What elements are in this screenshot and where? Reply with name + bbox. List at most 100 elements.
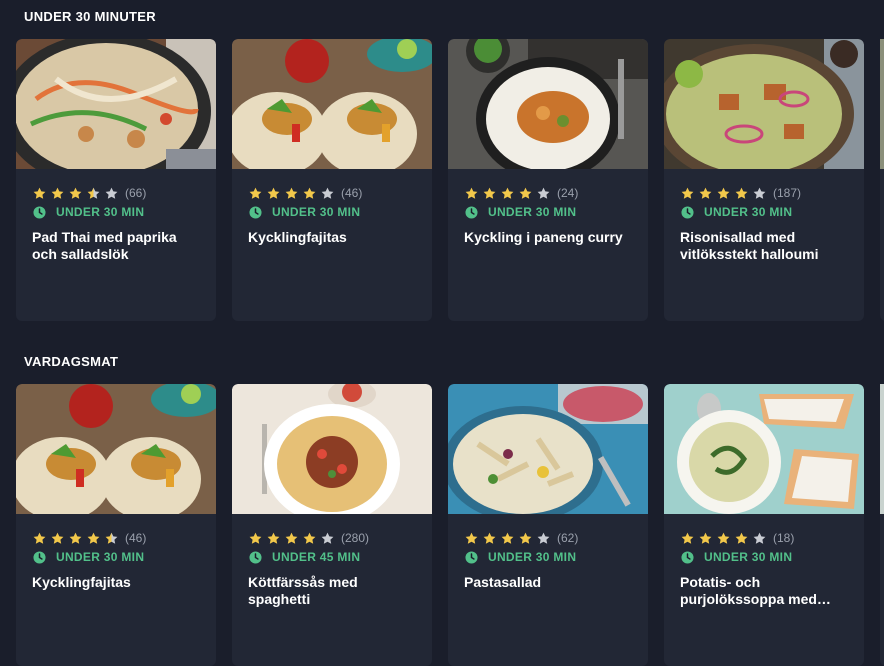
- rating-count: (46): [341, 186, 363, 200]
- kycklingfajitas-photo: [16, 384, 216, 514]
- star-icon: [303, 532, 316, 544]
- star-rating: (18): [681, 531, 794, 545]
- star-icon: [105, 532, 118, 544]
- star-icon: [681, 532, 694, 544]
- recipe-title[interactable]: Kycklingfajitas: [32, 574, 204, 591]
- recipe-card[interactable]: (46) UNDER 30 MIN Kycklingfajitas: [232, 39, 432, 321]
- star-icon: [753, 532, 766, 544]
- recipe-title[interactable]: Kyckling i paneng curry: [464, 229, 636, 246]
- star-icon: [69, 187, 82, 199]
- cooking-time: UNDER 30 MIN: [249, 205, 360, 219]
- star-icon: [33, 187, 46, 199]
- rating-count: (187): [773, 186, 802, 200]
- clock-icon: [681, 205, 694, 219]
- star-icon: [285, 187, 298, 199]
- recipe-card[interactable]: (62) UNDER 30 MIN Pastasallad: [448, 384, 648, 666]
- star-icon: [51, 187, 64, 199]
- star-rating: (46): [33, 531, 146, 545]
- star-icon: [303, 187, 316, 199]
- star-icon: [249, 187, 262, 199]
- recipe-card[interactable]: (187) UNDER 30 MIN Risonisallad med vitl…: [664, 39, 864, 321]
- recipe-title[interactable]: Pastasallad: [464, 574, 636, 591]
- recipe-card[interactable]: (280) UNDER 45 MIN Köttfärssås med spagh…: [232, 384, 432, 666]
- recipe-title[interactable]: Pad Thai med paprika och salladslök: [32, 229, 204, 263]
- star-icon: [537, 187, 550, 199]
- star-icon: [267, 187, 280, 199]
- recipe-card[interactable]: (66) UNDER 30 MIN Pad Thai med paprika o…: [16, 39, 216, 321]
- star-icon: [465, 187, 478, 199]
- star-icon: [735, 532, 748, 544]
- star-icon: [537, 532, 550, 544]
- rating-count: (46): [125, 531, 147, 545]
- star-icon: [483, 532, 496, 544]
- recipe-title[interactable]: Risonisallad med vitlöksstekt halloumi: [680, 229, 852, 263]
- star-rating: (24): [465, 186, 578, 200]
- cooking-time: UNDER 45 MIN: [249, 550, 360, 564]
- star-icon: [483, 187, 496, 199]
- clock-icon: [465, 550, 478, 564]
- star-icon: [717, 187, 730, 199]
- star-icon: [681, 187, 694, 199]
- recipe-title[interactable]: Köttfärssås med spaghetti: [248, 574, 420, 608]
- cooking-time-label: UNDER 30 MIN: [488, 205, 577, 219]
- star-icon: [717, 532, 730, 544]
- cooking-time: UNDER 30 MIN: [465, 205, 576, 219]
- clock-icon: [33, 550, 46, 564]
- cooking-time-label: UNDER 30 MIN: [56, 205, 145, 219]
- kycklingfajitas-photo: [232, 39, 432, 169]
- rating-count: (62): [557, 531, 579, 545]
- cooking-time-label: UNDER 45 MIN: [272, 550, 361, 564]
- star-rating: (46): [249, 186, 362, 200]
- rating-count: (18): [773, 531, 795, 545]
- recipe-card[interactable]: (24) UNDER 30 MIN Kyckling i paneng curr…: [448, 39, 648, 321]
- star-icon: [285, 532, 298, 544]
- cooking-time: UNDER 30 MIN: [33, 550, 144, 564]
- star-icon: [501, 187, 514, 199]
- star-rating: (187): [681, 186, 801, 200]
- cooking-time-label: UNDER 30 MIN: [56, 550, 145, 564]
- star-icon: [321, 187, 334, 199]
- recipe-card[interactable]: (18) UNDER 30 MIN Potatis- och purjolöks…: [664, 384, 864, 666]
- star-icon: [519, 187, 532, 199]
- cooking-time-label: UNDER 30 MIN: [704, 550, 793, 564]
- cooking-time-label: UNDER 30 MIN: [704, 205, 793, 219]
- star-icon: [105, 187, 118, 199]
- star-icon: [699, 532, 712, 544]
- star-icon: [699, 187, 712, 199]
- star-rating: (62): [465, 531, 578, 545]
- pastasallad-photo: [448, 384, 648, 514]
- rating-count: (280): [341, 531, 370, 545]
- recipe-card[interactable]: (46) UNDER 30 MIN Kycklingfajitas: [16, 384, 216, 666]
- rating-count: (66): [125, 186, 147, 200]
- star-icon: [267, 532, 280, 544]
- star-icon: [735, 187, 748, 199]
- recipe-card-partial[interactable]: [880, 39, 884, 321]
- star-icon: [51, 532, 64, 544]
- recipe-title[interactable]: Kycklingfajitas: [248, 229, 420, 246]
- recipe-title[interactable]: Potatis- och purjolökssoppa med…: [680, 574, 852, 608]
- paneng-curry-photo: [448, 39, 648, 169]
- star-icon: [249, 532, 262, 544]
- rating-count: (24): [557, 186, 579, 200]
- pad-thai-photo: [16, 39, 216, 169]
- cooking-time: UNDER 30 MIN: [681, 550, 792, 564]
- section-title: VARDAGSMAT: [24, 354, 119, 369]
- star-rating: (280): [249, 531, 369, 545]
- clock-icon: [249, 205, 262, 219]
- clock-icon: [33, 205, 46, 219]
- star-icon: [753, 187, 766, 199]
- star-icon: [87, 187, 100, 199]
- risonisallad-photo: [664, 39, 864, 169]
- star-icon: [501, 532, 514, 544]
- kottfarssas-photo: [232, 384, 432, 514]
- star-icon: [69, 532, 82, 544]
- potatissoppa-photo: [664, 384, 864, 514]
- star-rating: (66): [33, 186, 146, 200]
- cooking-time: UNDER 30 MIN: [33, 205, 144, 219]
- star-icon: [33, 532, 46, 544]
- cooking-time: UNDER 30 MIN: [465, 550, 576, 564]
- cooking-time: UNDER 30 MIN: [681, 205, 792, 219]
- recipe-card-partial[interactable]: [880, 384, 884, 666]
- clock-icon: [681, 550, 694, 564]
- star-icon: [87, 532, 100, 544]
